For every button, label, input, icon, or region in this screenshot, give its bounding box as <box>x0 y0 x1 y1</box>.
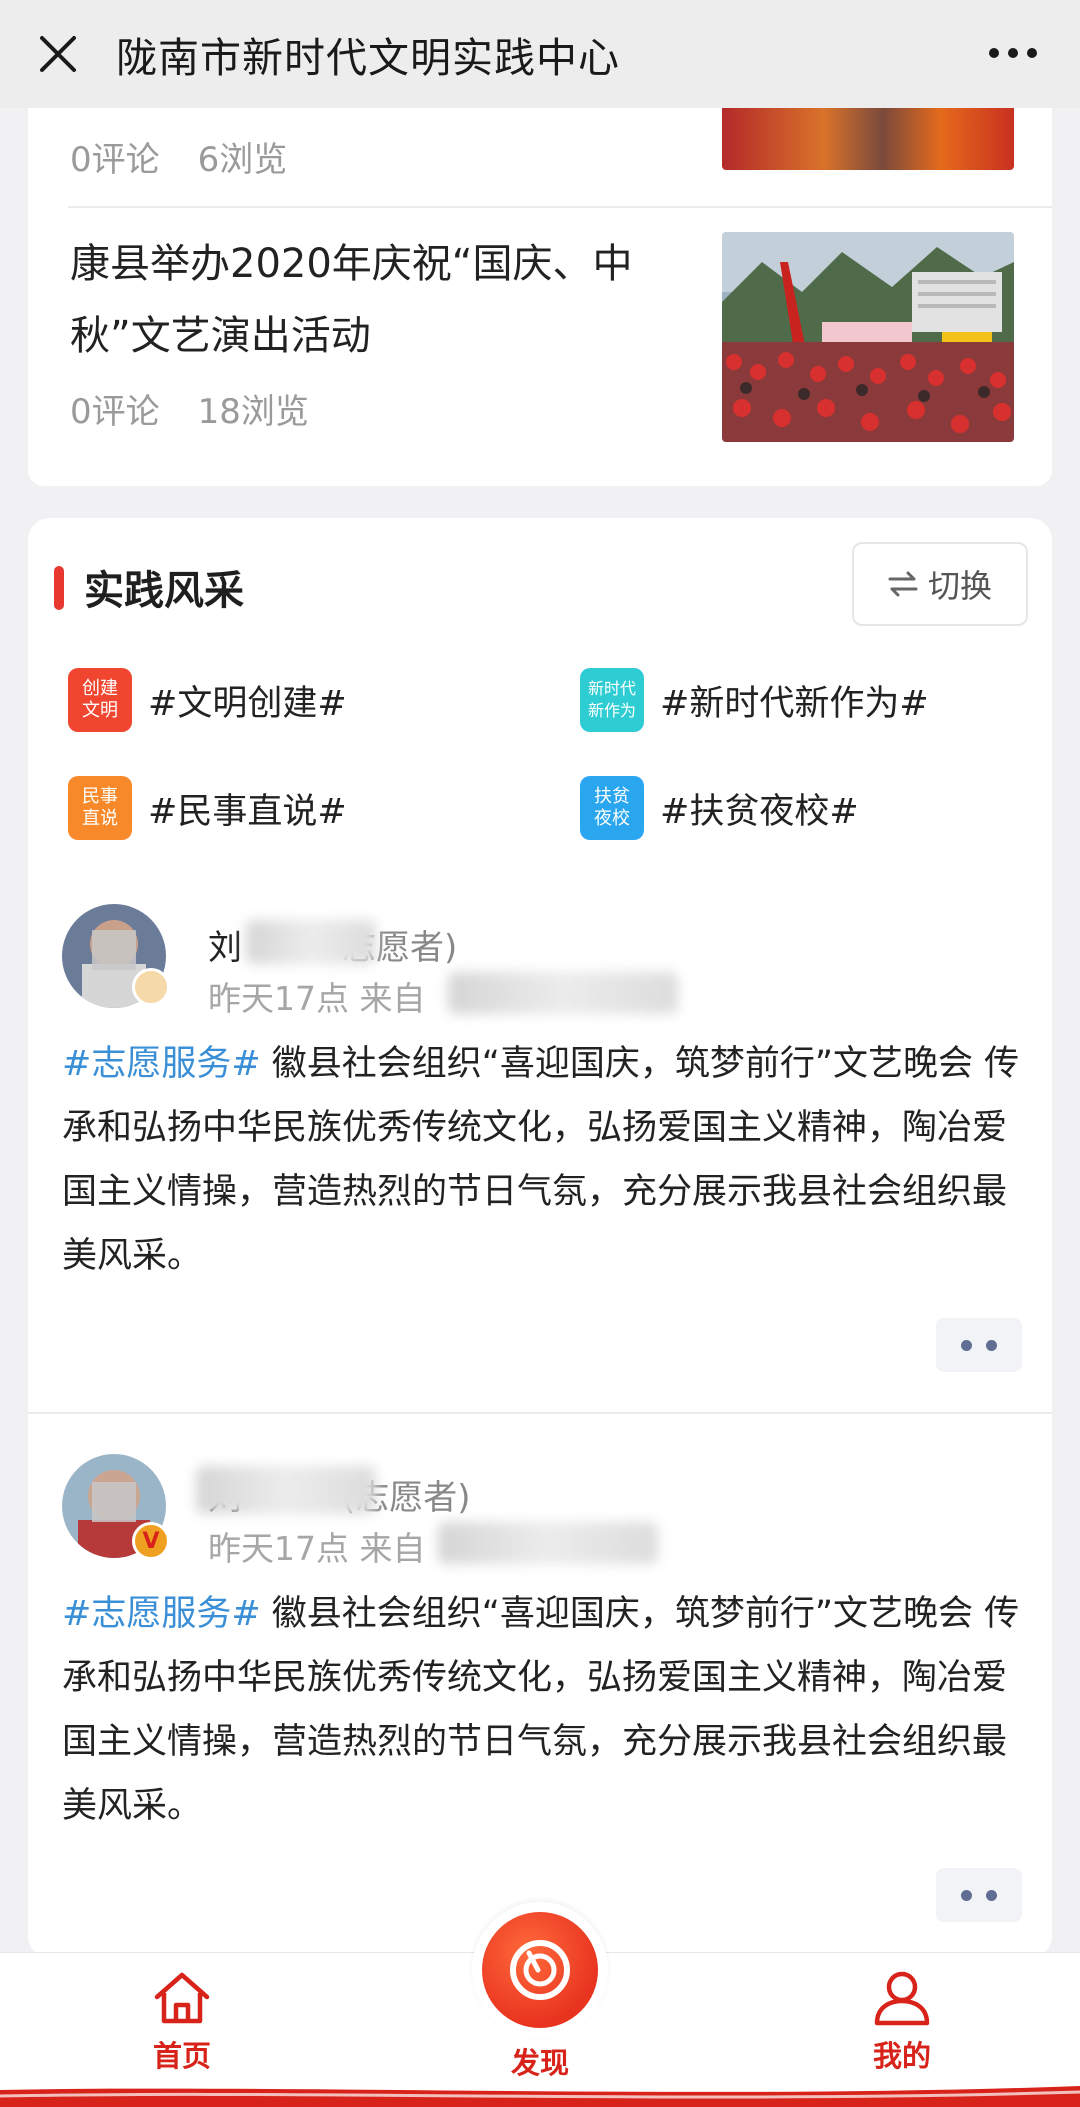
switch-button[interactable]: 切换 <box>852 542 1028 626</box>
topic-label: #民事直说# <box>148 791 347 832</box>
topic-xinshidai-icon: 新时代 新作为 <box>580 668 644 732</box>
topic-label: #文明创建# <box>148 683 347 724</box>
post-time: 昨天17点 来自 <box>208 979 426 1018</box>
post-content[interactable]: #志愿服务# 徽县社会组织“喜迎国庆，筑梦前行”文艺晚会 传承和弘扬中华民族优秀… <box>62 1032 1032 1288</box>
topic-fupin-icon: 扶贫 夜校 <box>580 776 644 840</box>
more-dots-icon <box>961 1889 972 1901</box>
redacted-source <box>448 972 678 1014</box>
redacted-name <box>246 920 376 964</box>
switch-label: 切换 <box>927 567 992 605</box>
practice-section-card: 实践风采 切换 创建 文明 #文明创建# 新时代 新作为 #新时代新作为# 民事 直说… <box>28 518 1052 1958</box>
nav-discover-label[interactable]: 发现 <box>470 2040 610 2082</box>
swap-arrows-icon <box>888 571 918 597</box>
nav-home[interactable]: 首页 <box>112 1969 252 2075</box>
news-thumbnail[interactable] <box>722 108 1014 170</box>
post-more-button[interactable] <box>936 1318 1022 1372</box>
nav-discover-button[interactable] <box>482 1912 598 2028</box>
nav-mine-label: 我的 <box>872 2039 931 2073</box>
compass-icon <box>510 1940 570 2000</box>
top-bar: 陇南市新时代文明实践中心 <box>0 0 1080 108</box>
verified-badge <box>132 968 170 1006</box>
redacted-name <box>196 1466 376 1514</box>
user-icon <box>874 1971 930 2026</box>
divider <box>28 1412 1052 1414</box>
topic-fupin[interactable]: 扶贫 夜校 #扶贫夜校# <box>580 776 859 840</box>
post-content[interactable]: #志愿服务# 徽县社会组织“喜迎国庆，筑梦前行”文艺晚会 传承和弘扬中华民族优秀… <box>62 1582 1032 1838</box>
event-photo <box>722 232 1014 442</box>
author-name-visible: 刘 <box>208 928 242 968</box>
section-title: 实践风采 <box>84 568 244 614</box>
redacted-source <box>438 1522 658 1564</box>
nav-mine[interactable]: 我的 <box>832 1969 972 2075</box>
comment-count: 0评论 <box>70 392 160 432</box>
post-card: V 刘(志愿者) 昨天17点 来自 #志愿服务# 徽县社会组织“喜迎国庆，筑梦前… <box>28 1454 1052 1954</box>
page-title: 陇南市新时代文明实践中心 <box>116 34 620 82</box>
news-title[interactable]: 康县举办2020年庆祝“国庆、中秋”文艺演出活动 <box>70 228 670 372</box>
news-list-card: 0评论 6浏览 康县举办2020年庆祝“国庆、中秋”文艺演出活动 0评论 18浏览 <box>28 108 1052 486</box>
post-more-button[interactable] <box>936 1868 1022 1922</box>
verified-badge: V <box>132 1522 170 1560</box>
topic-minshi[interactable]: 民事 直说 #民事直说# <box>68 776 347 840</box>
decorative-ribbon <box>0 2082 1080 2107</box>
more-dots-icon <box>961 1339 972 1351</box>
nav-home-label: 首页 <box>152 2039 211 2073</box>
topic-minshi-icon: 民事 直说 <box>68 776 132 840</box>
comment-count: 0评论 <box>70 140 160 180</box>
post-hashtag[interactable]: #志愿服务# <box>62 1594 261 1634</box>
close-icon <box>40 36 76 72</box>
close-button[interactable] <box>18 14 98 94</box>
topic-label: #扶贫夜校# <box>660 791 859 832</box>
post-card: 刘志愿者) 昨天17点 来自 #志愿服务# 徽县社会组织“喜迎国庆，筑梦前行”文… <box>28 904 1052 1434</box>
news-thumbnail[interactable] <box>722 232 1014 442</box>
topic-xinshidai[interactable]: 新时代 新作为 #新时代新作为# <box>580 668 929 732</box>
more-button[interactable] <box>968 20 1058 86</box>
post-time: 昨天17点 来自 <box>208 1529 426 1568</box>
news-item-meta: 0评论 6浏览 <box>70 132 287 181</box>
view-count: 6浏览 <box>197 140 288 180</box>
home-icon <box>154 1972 210 2024</box>
more-dots-icon <box>989 48 999 58</box>
topic-label: #新时代新作为# <box>660 683 929 724</box>
post-hashtag[interactable]: #志愿服务# <box>62 1044 261 1084</box>
view-count: 18浏览 <box>197 392 309 432</box>
topic-wenming-icon: 创建 文明 <box>68 668 132 732</box>
topic-wenming[interactable]: 创建 文明 #文明创建# <box>68 668 347 732</box>
divider <box>68 206 1052 208</box>
news-item-meta: 0评论 18浏览 <box>70 384 309 433</box>
section-accent-bar <box>54 566 64 610</box>
